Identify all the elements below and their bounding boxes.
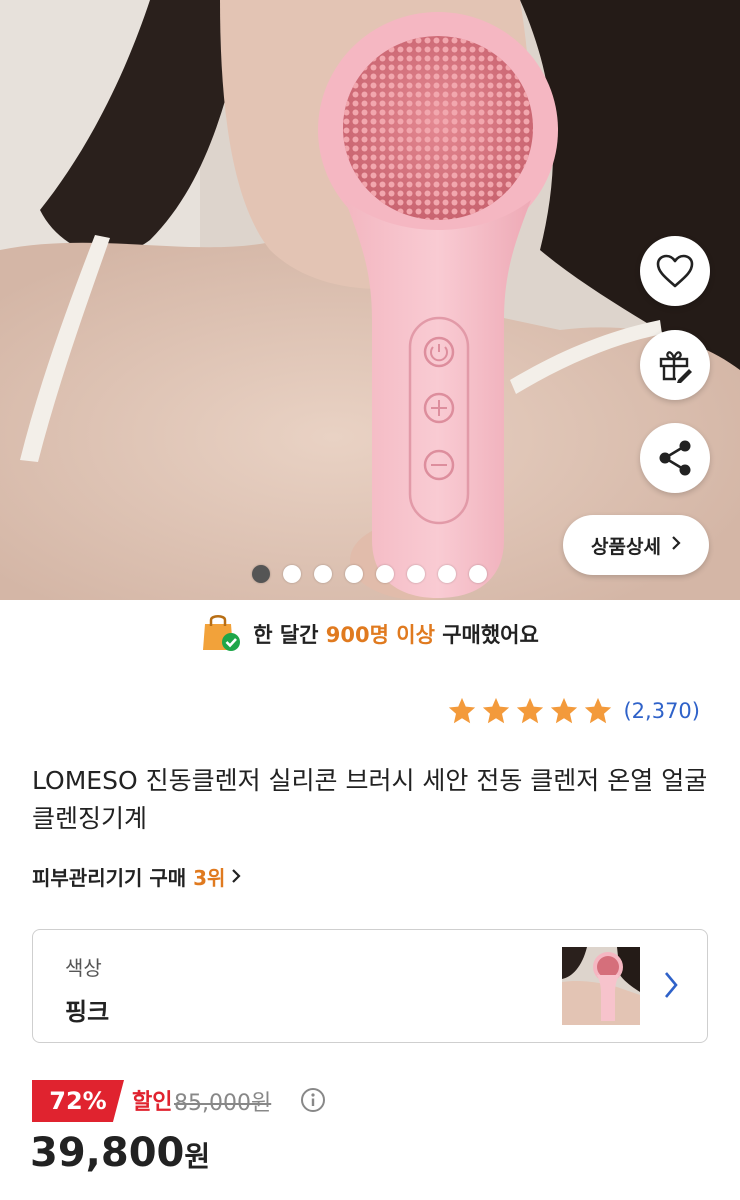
purchase-count-text: 한 달간 900명 이상 구매했어요 (253, 623, 539, 647)
share-icon (657, 439, 693, 477)
share-button[interactable] (640, 423, 710, 493)
star-icon (517, 697, 544, 724)
info-icon[interactable] (300, 1087, 326, 1117)
star-icon (449, 697, 476, 724)
carousel-indicator (252, 565, 487, 583)
category-rank-text: 피부관리기기 구매 3위 (32, 866, 226, 890)
price-unit: 원 (184, 1140, 211, 1173)
category-rank-link[interactable]: 피부관리기기 구매 3위 (32, 862, 242, 891)
discount-rate-badge: 72% (32, 1080, 124, 1122)
gift-icon (656, 346, 694, 384)
option-thumbnail (562, 947, 640, 1025)
product-rating[interactable]: (2,370) (447, 696, 700, 726)
sale-price: 39,800원 (30, 1130, 210, 1176)
chevron-right-icon (671, 534, 681, 556)
gift-button[interactable] (640, 330, 710, 400)
carousel-dot[interactable] (314, 565, 332, 583)
review-count-link[interactable]: (2,370) (623, 699, 700, 723)
option-label: 색상 (65, 956, 102, 980)
carousel-dot[interactable] (438, 565, 456, 583)
carousel-dot[interactable] (469, 565, 487, 583)
category-rank-number: 3위 (193, 866, 226, 890)
sale-price-amount: 39,800 (30, 1130, 185, 1176)
star-icon (585, 697, 612, 724)
carousel-dot[interactable] (252, 565, 270, 583)
shopping-bag-check-icon (201, 612, 241, 657)
wishlist-button[interactable] (640, 236, 710, 306)
carousel-dot[interactable] (283, 565, 301, 583)
carousel-dot[interactable] (376, 565, 394, 583)
purchase-count-highlight: 900명 이상 (325, 623, 435, 647)
option-value: 핑크 (65, 998, 110, 1026)
carousel-dot[interactable] (407, 565, 425, 583)
sale-label: 할인 (132, 1090, 173, 1115)
chevron-right-icon (231, 865, 242, 889)
carousel-dot[interactable] (345, 565, 363, 583)
star-icon (483, 697, 510, 724)
product-photo (0, 0, 740, 600)
product-detail-label: 상품상세 (591, 535, 661, 558)
purchase-count-banner: 한 달간 900명 이상 구매했어요 (0, 600, 740, 668)
chevron-right-icon (663, 970, 679, 1004)
heart-icon (656, 254, 694, 288)
color-option-selector[interactable]: 색상 핑크 (32, 929, 708, 1043)
product-image-carousel[interactable]: 상품상세 (0, 0, 740, 600)
star-icon (551, 697, 578, 724)
product-title: LOMESO 진동클렌저 실리콘 브러시 세안 전동 클렌저 온열 얼굴클렌징기… (32, 766, 708, 833)
product-detail-button[interactable]: 상품상세 (563, 515, 709, 575)
original-price: 85,000원 (174, 1091, 272, 1116)
